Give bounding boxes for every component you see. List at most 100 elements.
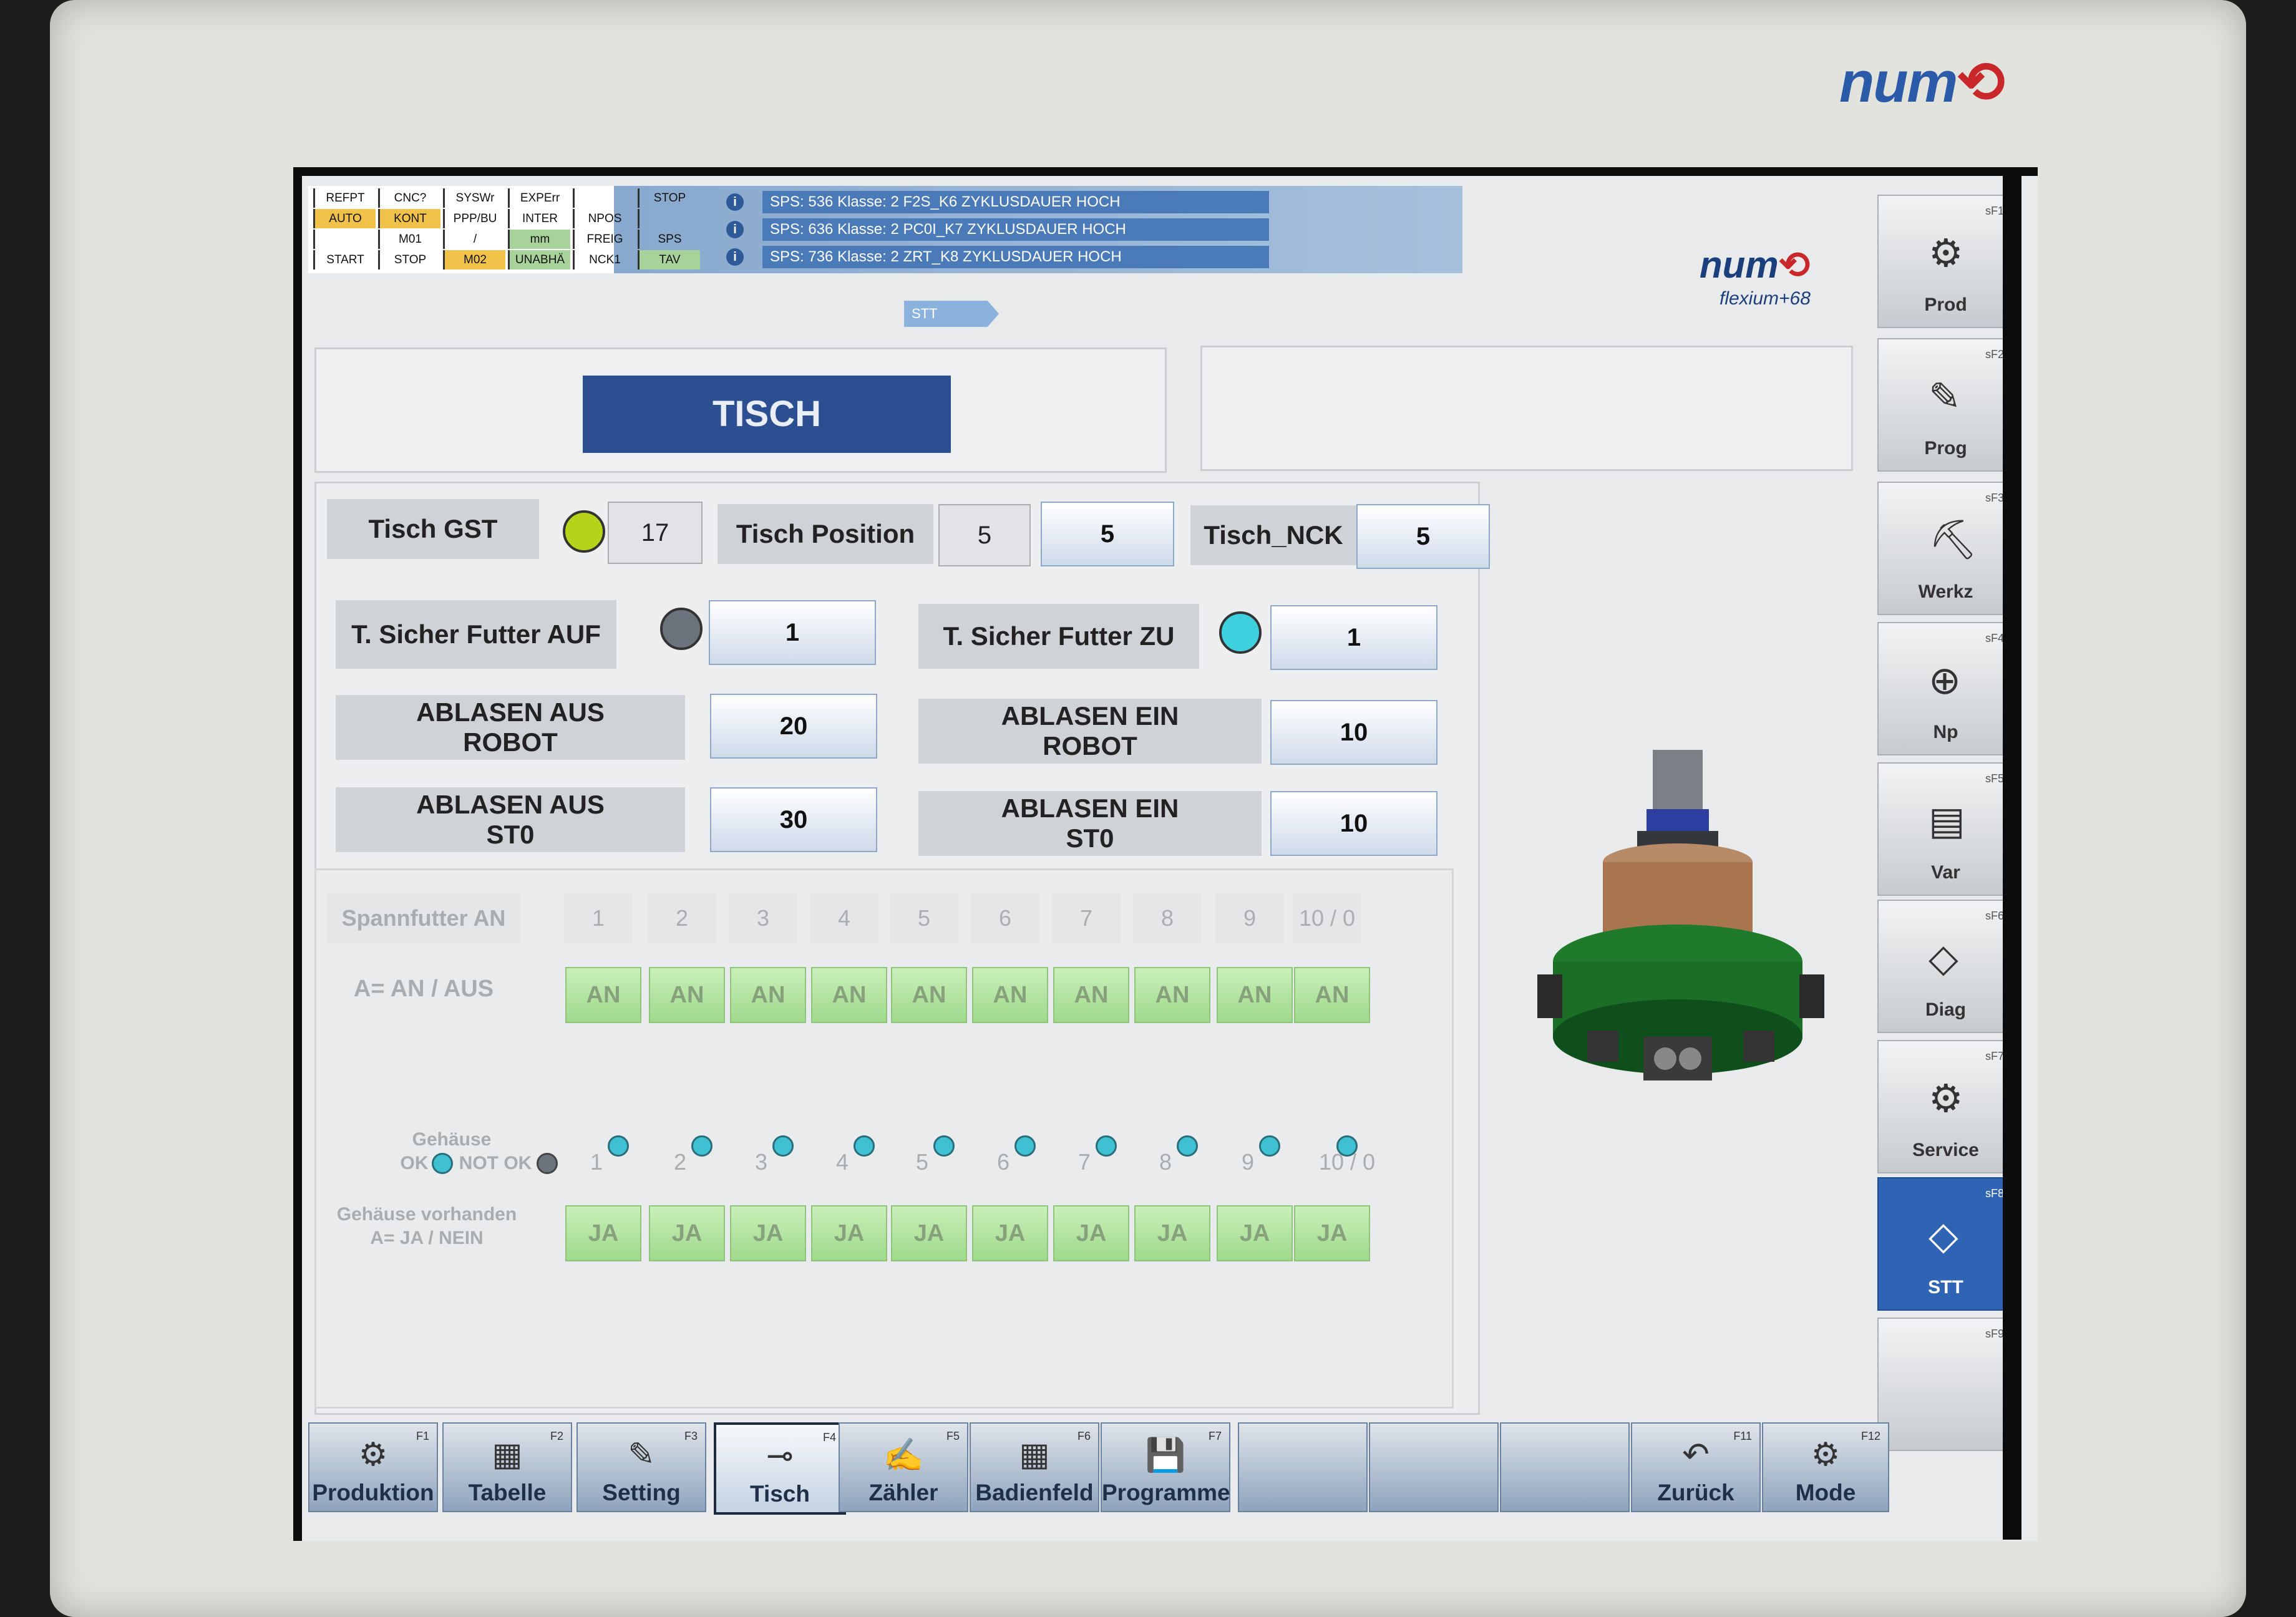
spannfutter-an-button[interactable]: AN [972,967,1048,1023]
gehaeuse-ja-button[interactable]: JA [891,1205,967,1261]
softkey-fkey-label: sF5 [1985,772,2004,785]
bezel-brand-logo: num⟲ [1839,51,2005,114]
message-item[interactable]: i SPS: 636 Klasse: 2 PC0I_K7 ZYKLUSDAUER … [726,217,1269,242]
bottom-key-empty[interactable] [1500,1422,1630,1512]
bottom-key-programme[interactable]: F7 💾 Programme [1101,1422,1230,1512]
gehaeuse-ja-button[interactable]: JA [1134,1205,1210,1261]
spannfutter-column-header: 8 [1133,893,1202,943]
softkey-prog[interactable]: sF2 ✎ Prog [1877,338,2014,472]
softkey-prod[interactable]: sF1 ⚙ Prod [1877,195,2014,328]
spannfutter-an-button[interactable]: AN [1294,967,1370,1023]
gehaeuse-column-number: 8 [1159,1149,1172,1175]
bottom-key-empty[interactable] [1369,1422,1499,1512]
spannfutter-an-button[interactable]: AN [1053,967,1129,1023]
softkey-stt[interactable]: sF8 ◇ STT [1877,1177,2014,1311]
bottom-key-produktion[interactable]: F1 ⚙ Produktion [308,1422,438,1512]
message-item[interactable]: i SPS: 736 Klasse: 2 ZRT_K8 ZYKLUSDAUER H… [726,245,1269,270]
status-cell: CNC? [378,188,440,208]
gehaeuse-ja-button[interactable]: JA [1294,1205,1370,1261]
num-logo: num⟲ [1700,244,1810,286]
gehaeuse-ja-button[interactable]: JA [972,1205,1048,1261]
gehaeuse-ja-button[interactable]: JA [1053,1205,1129,1261]
bottom-key-zurück[interactable]: F11 ↶ Zurück [1631,1422,1761,1512]
status-cell: TAV [638,250,700,270]
spannfutter-an-button[interactable]: AN [1134,967,1210,1023]
spannfutter-an-button[interactable]: AN [1217,967,1293,1023]
bottom-key-icon: ✎ [628,1437,655,1473]
bottom-key-fkey: F7 [1208,1430,1222,1442]
bottom-key-label: Zurück [1657,1480,1734,1505]
bottom-key-setting[interactable]: F3 ✎ Setting [576,1422,706,1512]
gehaeuse-title: Gehäuse [412,1129,492,1150]
softkey-icon: ▤ [1929,800,1965,843]
futter-zu-input[interactable]: 1 [1270,605,1437,670]
spannfutter-column-header: 5 [890,893,958,943]
spannfutter-column-header: 7 [1052,893,1121,943]
spannfutter-an-button[interactable]: AN [730,967,806,1023]
softkey-label: Np [1933,722,1958,742]
gehaeuse-ja-button[interactable]: JA [1217,1205,1293,1261]
gehaeuse-ja-button[interactable]: JA [730,1205,806,1261]
hmi-screen: REFPT CNC? SYSWr EXPErr STOP AUTO KONT PPP/BU IN… [293,167,2038,1541]
tisch-nck-input[interactable]: 5 [1356,504,1490,569]
ablasen-ein-robot-label: ABLASEN EIN ROBOT [918,699,1262,764]
bottom-key-fkey: F3 [684,1430,698,1442]
ablasen-ein-st0-input[interactable]: 10 [1270,791,1437,856]
spannfutter-an-button[interactable]: AN [649,967,725,1023]
gehaeuse-column-number: 5 [916,1149,929,1175]
gehaeuse-ja-button[interactable]: JA [811,1205,887,1261]
softkey-werkz[interactable]: sF3 ⛏ Werkz [1877,482,2014,615]
gehaeuse-ok-label: OK [400,1153,429,1173]
status-cell: SPS [638,230,700,249]
bottom-key-zähler[interactable]: F5 ✍ Zähler [839,1422,968,1512]
gehaeuse-ja-button[interactable]: JA [565,1205,641,1261]
gehaeuse-ja-button[interactable]: JA [649,1205,725,1261]
bottom-key-label: Tisch [750,1481,810,1507]
spannfutter-an-button[interactable]: AN [891,967,967,1023]
bottom-key-tabelle[interactable]: F2 ▦ Tabelle [442,1422,572,1512]
bottom-key-label: Setting [602,1480,681,1505]
status-cell: M01 [378,230,440,249]
softkey-diag[interactable]: sF6 ◇ Diag [1877,900,2014,1033]
spannfutter-column-header: 2 [648,893,716,943]
softkey-label: STT [1928,1277,1963,1298]
softkey-var[interactable]: sF5 ▤ Var [1877,762,2014,896]
tisch-position-input[interactable]: 5 [1041,502,1174,566]
gehaeuse-ok-led [432,1153,453,1174]
softkey-service[interactable]: sF7 ⚙ Service [1877,1040,2014,1173]
screen-frame-right [2003,167,2021,1540]
futter-auf-input[interactable]: 1 [709,600,876,665]
softkey-icon: ◇ [1929,937,1958,980]
tisch-nck-label: Tisch_NCK [1190,505,1356,565]
spannfutter-an-button[interactable]: AN [565,967,641,1023]
status-cell: NPOS [573,209,635,228]
message-item[interactable]: i SPS: 536 Klasse: 2 F2S_K6 ZYKLUSDAUER H… [726,190,1269,215]
softkey-icon: ⊕ [1929,659,1961,702]
softkey-fkey-label: sF2 [1985,348,2004,361]
bottom-key-label: Programme [1102,1480,1230,1505]
spannfutter-an-button[interactable]: AN [811,967,887,1023]
bottom-key-label: Mode [1795,1480,1856,1505]
table-3d-model-image [1537,750,1824,1080]
softkey-icon: ⛏ [1929,518,1978,561]
softkey-empty[interactable]: sF9 [1877,1318,2014,1451]
ablasen-aus-robot-input[interactable]: 20 [710,694,877,759]
bottom-key-tisch[interactable]: F4 ⊸ Tisch [714,1422,846,1515]
bottom-key-icon: ✍ [883,1437,924,1474]
gehaeuse-vorhanden-label: Gehäuse vorhanden [336,1204,517,1225]
bottom-key-badienfeld[interactable]: F6 ▦ Badienfeld [970,1422,1099,1512]
bottom-key-label: Zähler [868,1480,938,1505]
tisch-position-value: 5 [938,504,1031,566]
bottom-key-icon: ⊸ [766,1438,794,1474]
softkey-np[interactable]: sF4 ⊕ Np [1877,622,2014,755]
softkey-label: Service [1912,1140,1979,1160]
page-title: TISCH [583,376,951,453]
ablasen-ein-robot-input[interactable]: 10 [1270,700,1437,765]
status-cell: START [313,250,376,270]
bottom-key-empty[interactable] [1238,1422,1368,1512]
status-cell: REFPT [313,188,376,208]
bottom-key-mode[interactable]: F12 ⚙ Mode [1762,1422,1889,1512]
ablasen-aus-st0-input[interactable]: 30 [710,787,877,852]
spannfutter-column-header: 1 [564,893,633,943]
gehaeuse-status-led [1259,1135,1280,1157]
